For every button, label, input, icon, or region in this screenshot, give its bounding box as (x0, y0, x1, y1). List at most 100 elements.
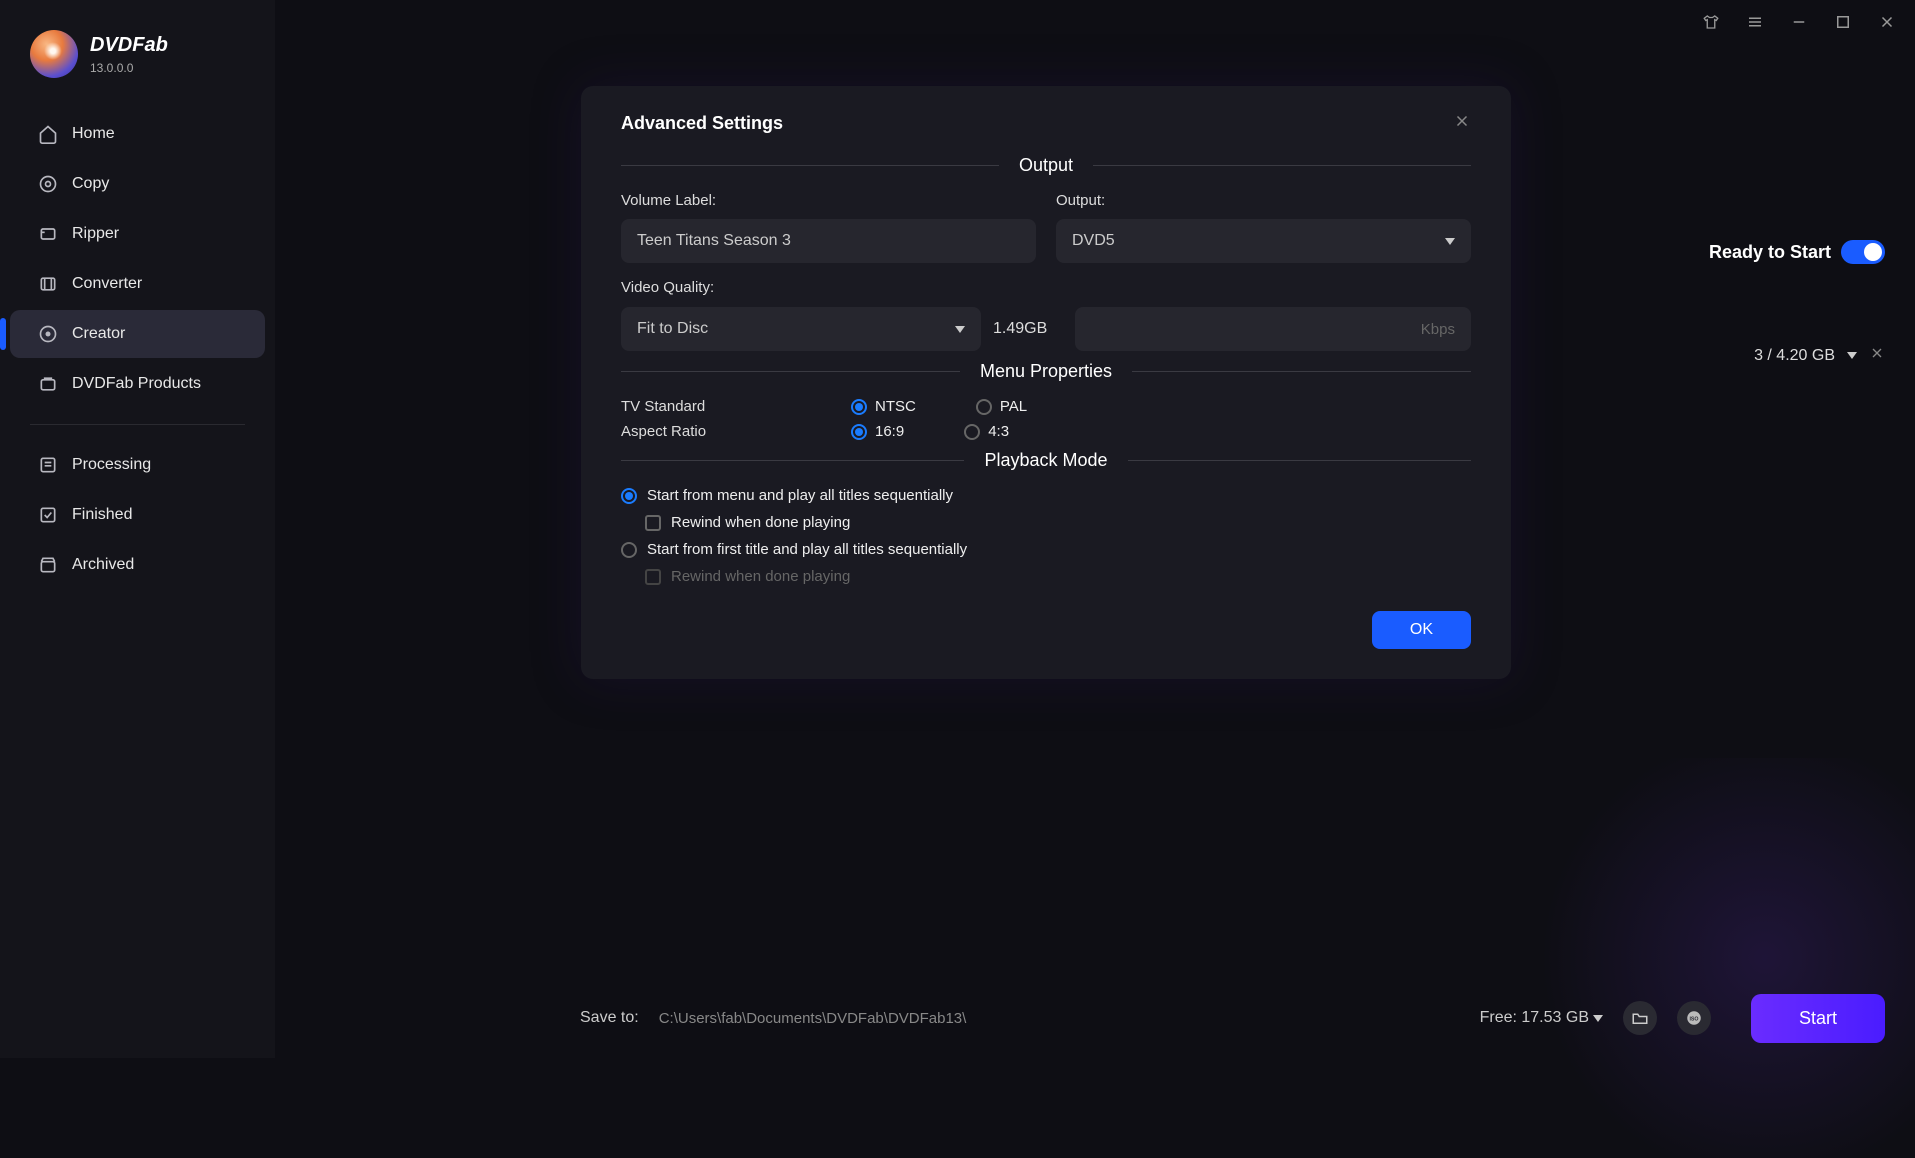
radio-icon (976, 399, 992, 415)
save-to-label: Save to: (580, 1009, 639, 1027)
play-from-first-label: Start from first title and play all titl… (647, 541, 967, 558)
minimize-button[interactable] (1789, 12, 1809, 32)
main-area: Ready to Start 3 / 4.20 GB Advanced Sett… (275, 0, 1915, 1058)
video-quality-select[interactable]: Fit to Disc (621, 307, 981, 351)
svg-text:ISO: ISO (1689, 1016, 1698, 1022)
sidebar-item-copy[interactable]: Copy (10, 160, 265, 208)
sidebar-item-label: DVDFab Products (72, 375, 201, 393)
volume-label-input[interactable] (621, 219, 1036, 263)
output-lbl: Output: (1056, 192, 1471, 209)
rewind-checkbox-2 (645, 569, 661, 585)
menu-icon[interactable] (1745, 12, 1765, 32)
sidebar-item-finished[interactable]: Finished (10, 491, 265, 539)
finished-icon (38, 505, 58, 525)
home-icon (38, 124, 58, 144)
folder-button[interactable] (1623, 1001, 1657, 1035)
free-space-text: Free: 17.53 GB (1480, 1009, 1589, 1027)
tv-ntsc-radio[interactable]: NTSC (851, 398, 916, 415)
sidebar-item-converter[interactable]: Converter (10, 260, 265, 308)
sidebar-item-creator[interactable]: Creator (10, 310, 265, 358)
modal-title: Advanced Settings (621, 113, 783, 134)
nav-main: Home Copy Ripper Converter Creator DVDFa… (0, 108, 275, 591)
output-select[interactable]: DVD5 (1056, 219, 1471, 263)
shirt-icon[interactable] (1701, 12, 1721, 32)
background-task-panel: Ready to Start 3 / 4.20 GB (1665, 240, 1885, 367)
video-quality-value: Fit to Disc (637, 320, 708, 338)
processing-icon (38, 455, 58, 475)
copy-icon (38, 174, 58, 194)
radio-icon (851, 424, 867, 440)
sidebar-item-label: Creator (72, 325, 125, 343)
estimated-size: 1.49GB (993, 320, 1063, 338)
aspect-169-radio[interactable]: 16:9 (851, 423, 904, 440)
brand-name: DVDFab (90, 34, 168, 57)
output-select-value: DVD5 (1072, 232, 1115, 250)
bitrate-input[interactable]: Kbps (1075, 307, 1471, 351)
sidebar-item-home[interactable]: Home (10, 110, 265, 158)
volume-label-lbl: Volume Label: (621, 192, 1036, 209)
aspect-43-radio[interactable]: 4:3 (964, 423, 1009, 440)
sidebar-item-products[interactable]: DVDFab Products (10, 360, 265, 408)
tv-pal-radio[interactable]: PAL (976, 398, 1027, 415)
close-modal-button[interactable] (1453, 112, 1471, 135)
nav-divider (30, 424, 245, 425)
converter-icon (38, 274, 58, 294)
radio-icon (621, 542, 637, 558)
rewind-checkbox-1[interactable] (645, 515, 661, 531)
ready-label: Ready to Start (1709, 242, 1831, 263)
sidebar-item-label: Ripper (72, 225, 119, 243)
remove-task-button[interactable] (1869, 344, 1885, 367)
aspect-43-label: 4:3 (988, 423, 1009, 440)
radio-icon (851, 399, 867, 415)
creator-icon (38, 324, 58, 344)
save-path[interactable]: C:\Users\fab\Documents\DVDFab\DVDFab13\ (659, 1010, 1460, 1027)
sidebar-item-archived[interactable]: Archived (10, 541, 265, 589)
window-controls (1701, 12, 1897, 32)
brand: DVDFab 13.0.0.0 (0, 20, 275, 98)
chevron-down-icon (1445, 238, 1455, 245)
products-icon (38, 374, 58, 394)
sidebar: DVDFab 13.0.0.0 Home Copy Ripper Convert… (0, 0, 275, 1058)
sidebar-item-label: Converter (72, 275, 142, 293)
start-button[interactable]: Start (1751, 994, 1885, 1043)
ready-toggle[interactable] (1841, 240, 1885, 264)
radio-icon (964, 424, 980, 440)
decorative-glow (1515, 758, 1915, 1158)
play-from-menu-radio[interactable] (621, 488, 637, 504)
play-from-first-radio[interactable] (621, 542, 637, 558)
size-text: 3 / 4.20 GB (1754, 347, 1835, 365)
advanced-settings-modal: Advanced Settings Output Volume Label: O… (581, 86, 1511, 679)
brand-logo-icon (30, 30, 78, 78)
sidebar-item-label: Finished (72, 506, 132, 524)
chevron-down-icon (955, 326, 965, 333)
bottom-bar: Save to: C:\Users\fab\Documents\DVDFab\D… (550, 978, 1915, 1058)
tv-pal-label: PAL (1000, 398, 1027, 415)
video-quality-lbl: Video Quality: (621, 279, 714, 296)
sidebar-item-ripper[interactable]: Ripper (10, 210, 265, 258)
ok-button[interactable]: OK (1372, 611, 1471, 649)
output-section-title: Output (1019, 155, 1073, 176)
rewind-label-2: Rewind when done playing (671, 568, 850, 585)
tv-ntsc-label: NTSC (875, 398, 916, 415)
free-space: Free: 17.53 GB (1480, 1009, 1603, 1027)
rewind-label-1: Rewind when done playing (671, 514, 850, 531)
archived-icon (38, 555, 58, 575)
aspect-ratio-lbl: Aspect Ratio (621, 423, 851, 440)
sidebar-item-label: Copy (72, 175, 109, 193)
sidebar-item-label: Home (72, 125, 115, 143)
kbps-placeholder: Kbps (1421, 321, 1455, 338)
chevron-down-icon[interactable] (1847, 352, 1857, 359)
playback-mode-section-title: Playback Mode (984, 450, 1107, 471)
brand-version: 13.0.0.0 (90, 61, 168, 75)
close-window-button[interactable] (1877, 12, 1897, 32)
sidebar-item-label: Processing (72, 456, 151, 474)
maximize-button[interactable] (1833, 12, 1853, 32)
menu-properties-section-title: Menu Properties (980, 361, 1112, 382)
sidebar-item-processing[interactable]: Processing (10, 441, 265, 489)
play-from-menu-label: Start from menu and play all titles sequ… (647, 487, 953, 504)
radio-icon (621, 488, 637, 504)
tv-standard-lbl: TV Standard (621, 398, 851, 415)
ripper-icon (38, 224, 58, 244)
iso-button[interactable]: ISO (1677, 1001, 1711, 1035)
chevron-down-icon[interactable] (1593, 1015, 1603, 1022)
